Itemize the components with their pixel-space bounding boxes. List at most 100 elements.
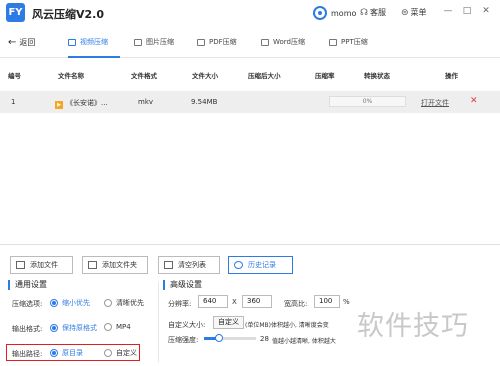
custom-size-hint: (单位MB)体积越小, 清晰度会变 (245, 322, 329, 329)
nav-bar: ← 返回 视频压缩 图片压缩 PDF压缩 Word压缩 PPT压缩 (0, 28, 500, 58)
row-index: 1 (11, 98, 16, 106)
advanced-settings-title: 高级设置 (163, 280, 202, 290)
radio-checked-icon (50, 324, 58, 332)
tab-label: 图片压缩 (146, 38, 174, 46)
width-input[interactable]: 640 (198, 295, 228, 308)
minimize-button[interactable]: — (442, 6, 454, 16)
open-file-link[interactable]: 打开文件 (421, 98, 449, 108)
app-title: 风云压缩V2.0 (32, 8, 104, 21)
column-header: 压缩后大小 (248, 72, 281, 80)
history-label: 历史记录 (248, 261, 276, 269)
aspect-ratio-unit: % (343, 298, 350, 306)
customer-service-label: 客服 (370, 8, 386, 17)
maximize-button[interactable]: □ (461, 6, 473, 16)
radio-label: 清晰优先 (116, 299, 144, 307)
app-logo: FY (6, 3, 25, 22)
tab-word-compress[interactable]: Word压缩 (261, 37, 305, 47)
clear-list-button[interactable]: 清空列表 (158, 256, 220, 274)
delete-icon[interactable]: ✕ (470, 96, 478, 106)
times-sign: X (232, 298, 237, 306)
close-button[interactable]: ✕ (480, 6, 492, 16)
table-header: 编号 文件名称 文件格式 文件大小 压缩后大小 压缩率 转换状态 操作 (0, 66, 500, 82)
add-file-button[interactable]: 添加文件 (10, 256, 73, 274)
column-header: 转换状态 (364, 72, 390, 80)
menu-label: 菜单 (410, 8, 427, 17)
folder-icon (88, 261, 97, 269)
radio-checked-icon (50, 299, 58, 307)
file-format: mkv (138, 98, 154, 106)
active-tab-indicator (68, 56, 120, 58)
aspect-ratio-input[interactable]: 100 (314, 295, 340, 308)
general-settings-title: 通用设置 (8, 280, 47, 290)
custom-size-button[interactable]: 自定义 (213, 316, 244, 329)
arrow-left-icon: ← (8, 37, 17, 48)
avatar-icon (313, 6, 327, 20)
file-size: 9.54MB (191, 98, 218, 106)
column-header: 压缩率 (315, 72, 335, 80)
radio-keep-format[interactable]: 保持原格式 (50, 323, 97, 333)
tab-image-compress[interactable]: 图片压缩 (134, 37, 174, 47)
aspect-ratio-label: 宽高比: (284, 300, 308, 308)
divider (0, 244, 500, 245)
pdf-icon (197, 38, 205, 46)
watermark-text: 软件技巧 (357, 311, 469, 342)
table-row[interactable]: 1 ▶ 《长安诺》... mkv 9.54MB 0% 打开文件 ✕ (0, 91, 500, 113)
strength-label: 压缩强度: (168, 336, 199, 344)
menu-icon: ⊜ (401, 7, 409, 18)
tab-ppt-compress[interactable]: PPT压缩 (329, 37, 368, 47)
column-header: 文件大小 (192, 72, 218, 80)
strength-value: 28 (260, 335, 269, 343)
output-path-highlight (6, 344, 140, 361)
radio-unchecked-icon (104, 299, 112, 307)
tab-label: Word压缩 (273, 38, 305, 46)
conversion-progress-bar: 0% (329, 96, 406, 107)
file-name-cell: ▶ 《长安诺》... (55, 98, 108, 109)
compress-option-label: 压缩选项: (12, 300, 43, 308)
video-file-icon: ▶ (55, 101, 63, 109)
slider-handle[interactable] (214, 334, 223, 342)
user-account[interactable]: momo (313, 5, 356, 21)
headset-icon: ☊ (360, 7, 368, 18)
title-bar: FY 风云压缩V2.0 momo ☊ 客服 ⊜ 菜单 — □ ✕ (0, 0, 500, 26)
add-file-icon (16, 261, 25, 269)
height-input[interactable]: 360 (242, 295, 272, 308)
trash-icon (164, 261, 173, 269)
custom-size-label: 自定义大小: (168, 321, 206, 329)
customer-service-button[interactable]: ☊ 客服 (360, 7, 386, 18)
add-folder-button[interactable]: 添加文件夹 (82, 256, 148, 274)
strength-slider[interactable] (204, 334, 256, 342)
clear-list-label: 清空列表 (178, 261, 206, 269)
radio-unchecked-icon (104, 323, 112, 331)
back-label: 返回 (19, 38, 36, 47)
radio-mp4[interactable]: MP4 (104, 323, 131, 331)
username: momo (331, 8, 357, 18)
tab-pdf-compress[interactable]: PDF压缩 (197, 37, 237, 47)
ppt-icon (329, 38, 337, 46)
radio-clarity-priority[interactable]: 清晰优先 (104, 298, 144, 308)
image-icon (134, 38, 142, 46)
back-button[interactable]: ← 返回 (8, 37, 35, 48)
strength-hint: 值越小越清晰, 体积越大 (272, 338, 336, 345)
resolution-label: 分辨率: (168, 300, 192, 308)
tab-label: PDF压缩 (209, 38, 237, 46)
file-name: 《长安诺》... (66, 99, 108, 107)
column-header: 文件名称 (58, 72, 84, 80)
tab-label: PPT压缩 (341, 38, 368, 46)
history-button[interactable]: 历史记录 (228, 256, 293, 274)
column-header: 编号 (8, 72, 21, 80)
radio-label: 缩小优先 (62, 299, 90, 307)
radio-label: MP4 (116, 323, 131, 331)
video-icon (68, 38, 76, 46)
radio-size-priority[interactable]: 缩小优先 (50, 298, 90, 308)
output-format-label: 输出格式: (12, 325, 43, 333)
menu-button[interactable]: ⊜ 菜单 (401, 7, 427, 18)
column-header: 操作 (445, 72, 458, 80)
add-folder-label: 添加文件夹 (102, 261, 137, 269)
column-header: 文件格式 (131, 72, 157, 80)
clock-icon (234, 261, 243, 269)
settings-divider (158, 282, 159, 362)
tab-video-compress[interactable]: 视频压缩 (68, 37, 108, 47)
tab-label: 视频压缩 (80, 38, 108, 46)
add-file-label: 添加文件 (30, 261, 58, 269)
radio-label: 保持原格式 (62, 324, 97, 332)
